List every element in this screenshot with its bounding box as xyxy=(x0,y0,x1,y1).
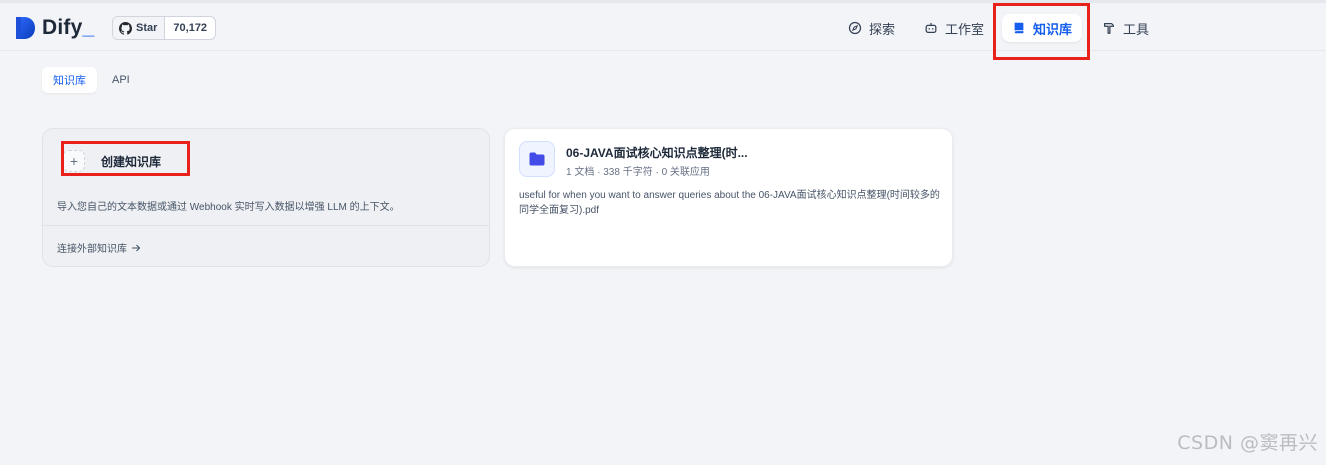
nav-item-studio[interactable]: 工作室 xyxy=(914,14,994,42)
card-divider xyxy=(43,225,489,226)
nav-item-knowledge[interactable]: 知识库 xyxy=(1002,14,1083,42)
create-knowledge-description: 导入您自己的文本数据或通过 Webhook 实时写入数据以增强 LLM 的上下文… xyxy=(57,202,400,213)
arrow-right-icon xyxy=(132,244,141,251)
github-star-widget[interactable]: Star 70,172 xyxy=(112,16,217,40)
dify-logo[interactable]: Dify _ xyxy=(14,15,94,41)
github-star-button[interactable]: Star xyxy=(113,17,166,39)
subtab-knowledge[interactable]: 知识库 xyxy=(42,67,97,93)
hammer-icon xyxy=(1104,23,1114,34)
github-star-count[interactable]: 70,172 xyxy=(165,17,215,39)
create-knowledge-button[interactable]: + 创建知识库 xyxy=(63,149,161,173)
watermark: CSDN @窦再兴 xyxy=(1177,432,1318,454)
connect-external-knowledge-link[interactable]: 连接外部知识库 xyxy=(57,240,141,255)
dataset-title: 06-JAVA面试核心知识点整理(时... xyxy=(566,146,748,160)
nav-label-tools: 工具 xyxy=(1123,21,1150,37)
top-header: Dify _ Star 70,172 探索 工作室 知识库 工具 xyxy=(0,3,1326,51)
app-name: Dify xyxy=(42,16,83,39)
dataset-description: useful for when you want to answer queri… xyxy=(519,190,940,216)
github-icon xyxy=(119,21,132,35)
dataset-card[interactable]: 06-JAVA面试核心知识点整理(时... 1 文档 · 338 千字符 · 0… xyxy=(504,128,953,267)
dataset-icon-container xyxy=(519,141,555,177)
plus-icon: + xyxy=(63,150,85,172)
nav-item-tools[interactable]: 工具 xyxy=(1092,14,1159,42)
nav-label-knowledge: 知识库 xyxy=(1033,21,1073,37)
github-star-label: Star xyxy=(136,22,158,34)
robot-icon xyxy=(925,22,937,33)
nav-label-explore: 探索 xyxy=(869,21,896,37)
compass-icon xyxy=(848,21,862,35)
nav-label-studio: 工作室 xyxy=(945,21,985,37)
connect-external-knowledge-label: 连接外部知识库 xyxy=(57,244,127,255)
subtab-bar: 知识库 API xyxy=(42,67,145,93)
nav-item-explore[interactable]: 探索 xyxy=(838,14,905,42)
app-name-underscore: _ xyxy=(82,16,95,39)
subtab-api[interactable]: API xyxy=(101,67,141,93)
dify-logo-icon xyxy=(16,17,35,39)
create-knowledge-label: 创建知识库 xyxy=(101,154,162,169)
dataset-meta: 1 文档 · 338 千字符 · 0 关联应用 xyxy=(566,167,710,178)
book-icon xyxy=(1014,22,1024,34)
folder-icon xyxy=(529,152,545,166)
create-knowledge-card[interactable]: + 创建知识库 导入您自己的文本数据或通过 Webhook 实时写入数据以增强 … xyxy=(42,128,490,267)
